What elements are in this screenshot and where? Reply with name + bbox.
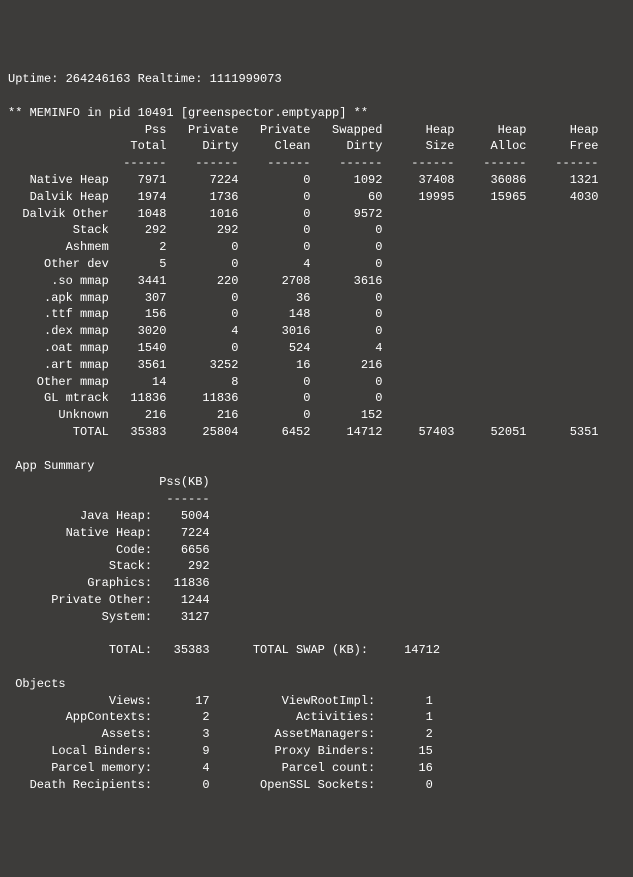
terminal-output: Uptime: 264246163 Realtime: 1111999073 *…	[8, 71, 625, 793]
